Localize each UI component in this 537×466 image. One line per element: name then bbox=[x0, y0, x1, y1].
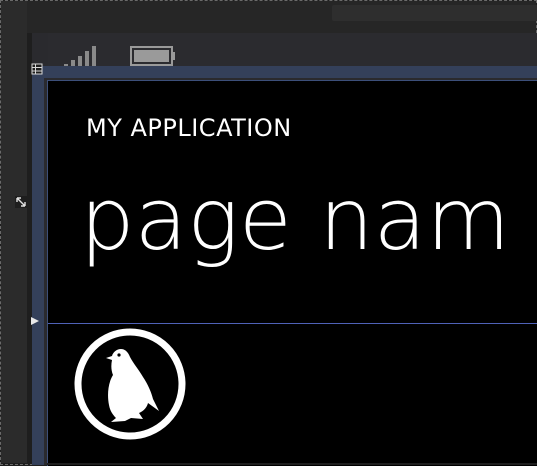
layout-guide-line bbox=[48, 323, 537, 324]
resize-icon[interactable] bbox=[15, 196, 27, 208]
horizontal-ruler bbox=[32, 66, 537, 78]
top-toolbar-bar bbox=[332, 5, 537, 21]
penguin-logo-icon bbox=[74, 328, 186, 440]
top-toolbar-strip bbox=[27, 1, 537, 33]
battery-icon bbox=[130, 46, 175, 66]
phone-status-bar bbox=[48, 33, 537, 67]
page-title: page nam bbox=[80, 170, 511, 270]
vertical-ruler bbox=[32, 78, 44, 465]
guide-arrow-icon[interactable] bbox=[31, 317, 39, 325]
grid-icon[interactable] bbox=[31, 63, 43, 75]
application-title: MY APPLICATION bbox=[86, 114, 292, 142]
left-gutter bbox=[1, 1, 27, 463]
